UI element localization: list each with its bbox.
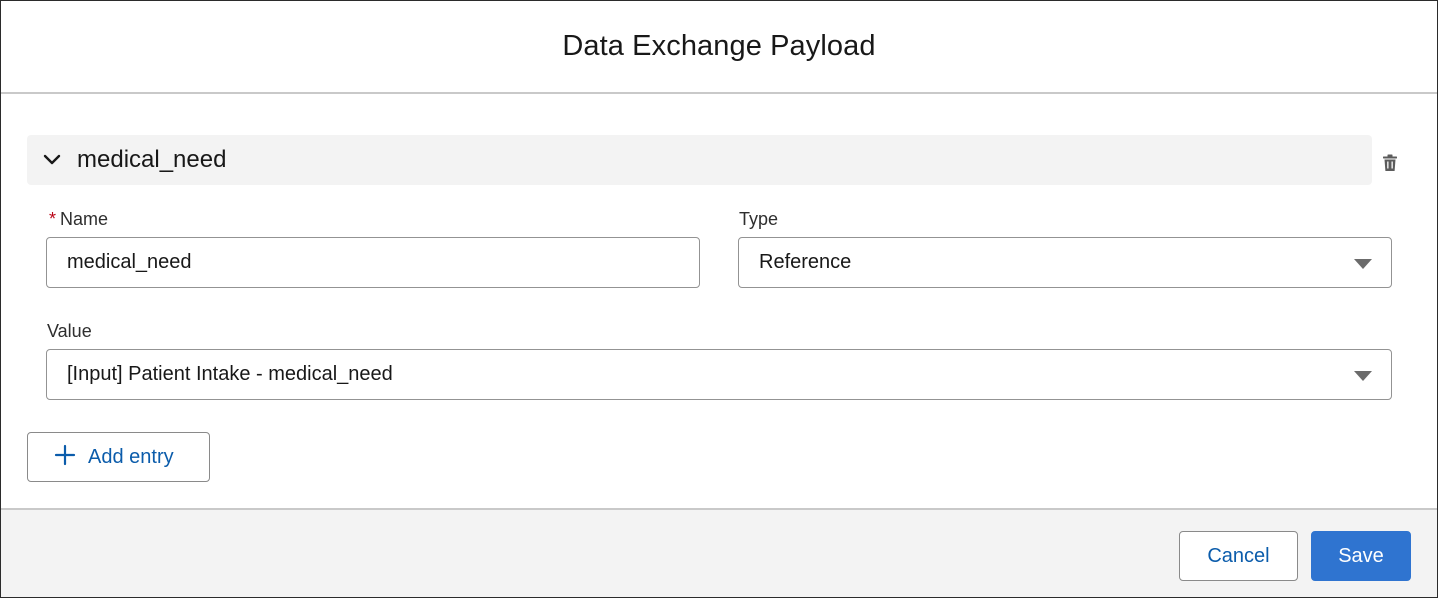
modal-header: Data Exchange Payload [1, 1, 1437, 94]
modal-footer: Cancel Save [1, 508, 1437, 597]
name-label-text: Name [60, 209, 109, 229]
section-title: medical_need [77, 146, 227, 173]
caret-down-icon [1354, 259, 1372, 269]
modal-dialog: Data Exchange Payload medical_need * Name… [0, 0, 1438, 598]
section-toggle-medical-need[interactable]: medical_need [27, 135, 1372, 185]
chevron-down-icon [41, 149, 63, 171]
add-entry-label: Add entry [88, 445, 174, 468]
value-label: Value [47, 321, 92, 341]
type-select-value: Reference [759, 251, 852, 273]
name-input[interactable]: medical_need [46, 237, 700, 288]
save-button[interactable]: Save [1311, 531, 1411, 581]
cancel-button[interactable]: Cancel [1179, 531, 1298, 581]
value-select[interactable]: [Input] Patient Intake - medical_need [46, 349, 1392, 400]
name-label: * Name [49, 209, 108, 230]
type-select[interactable]: Reference [738, 237, 1392, 288]
modal-title: Data Exchange Payload [562, 30, 876, 62]
type-label: Type [739, 209, 779, 229]
plus-icon [54, 444, 76, 471]
value-select-value: [Input] Patient Intake - medical_need [67, 363, 393, 385]
add-entry-button[interactable]: Add entry [27, 432, 210, 482]
required-marker: * [49, 209, 57, 229]
trash-icon[interactable] [1381, 153, 1399, 173]
name-input-value: medical_need [67, 251, 192, 273]
caret-down-icon [1354, 371, 1372, 381]
